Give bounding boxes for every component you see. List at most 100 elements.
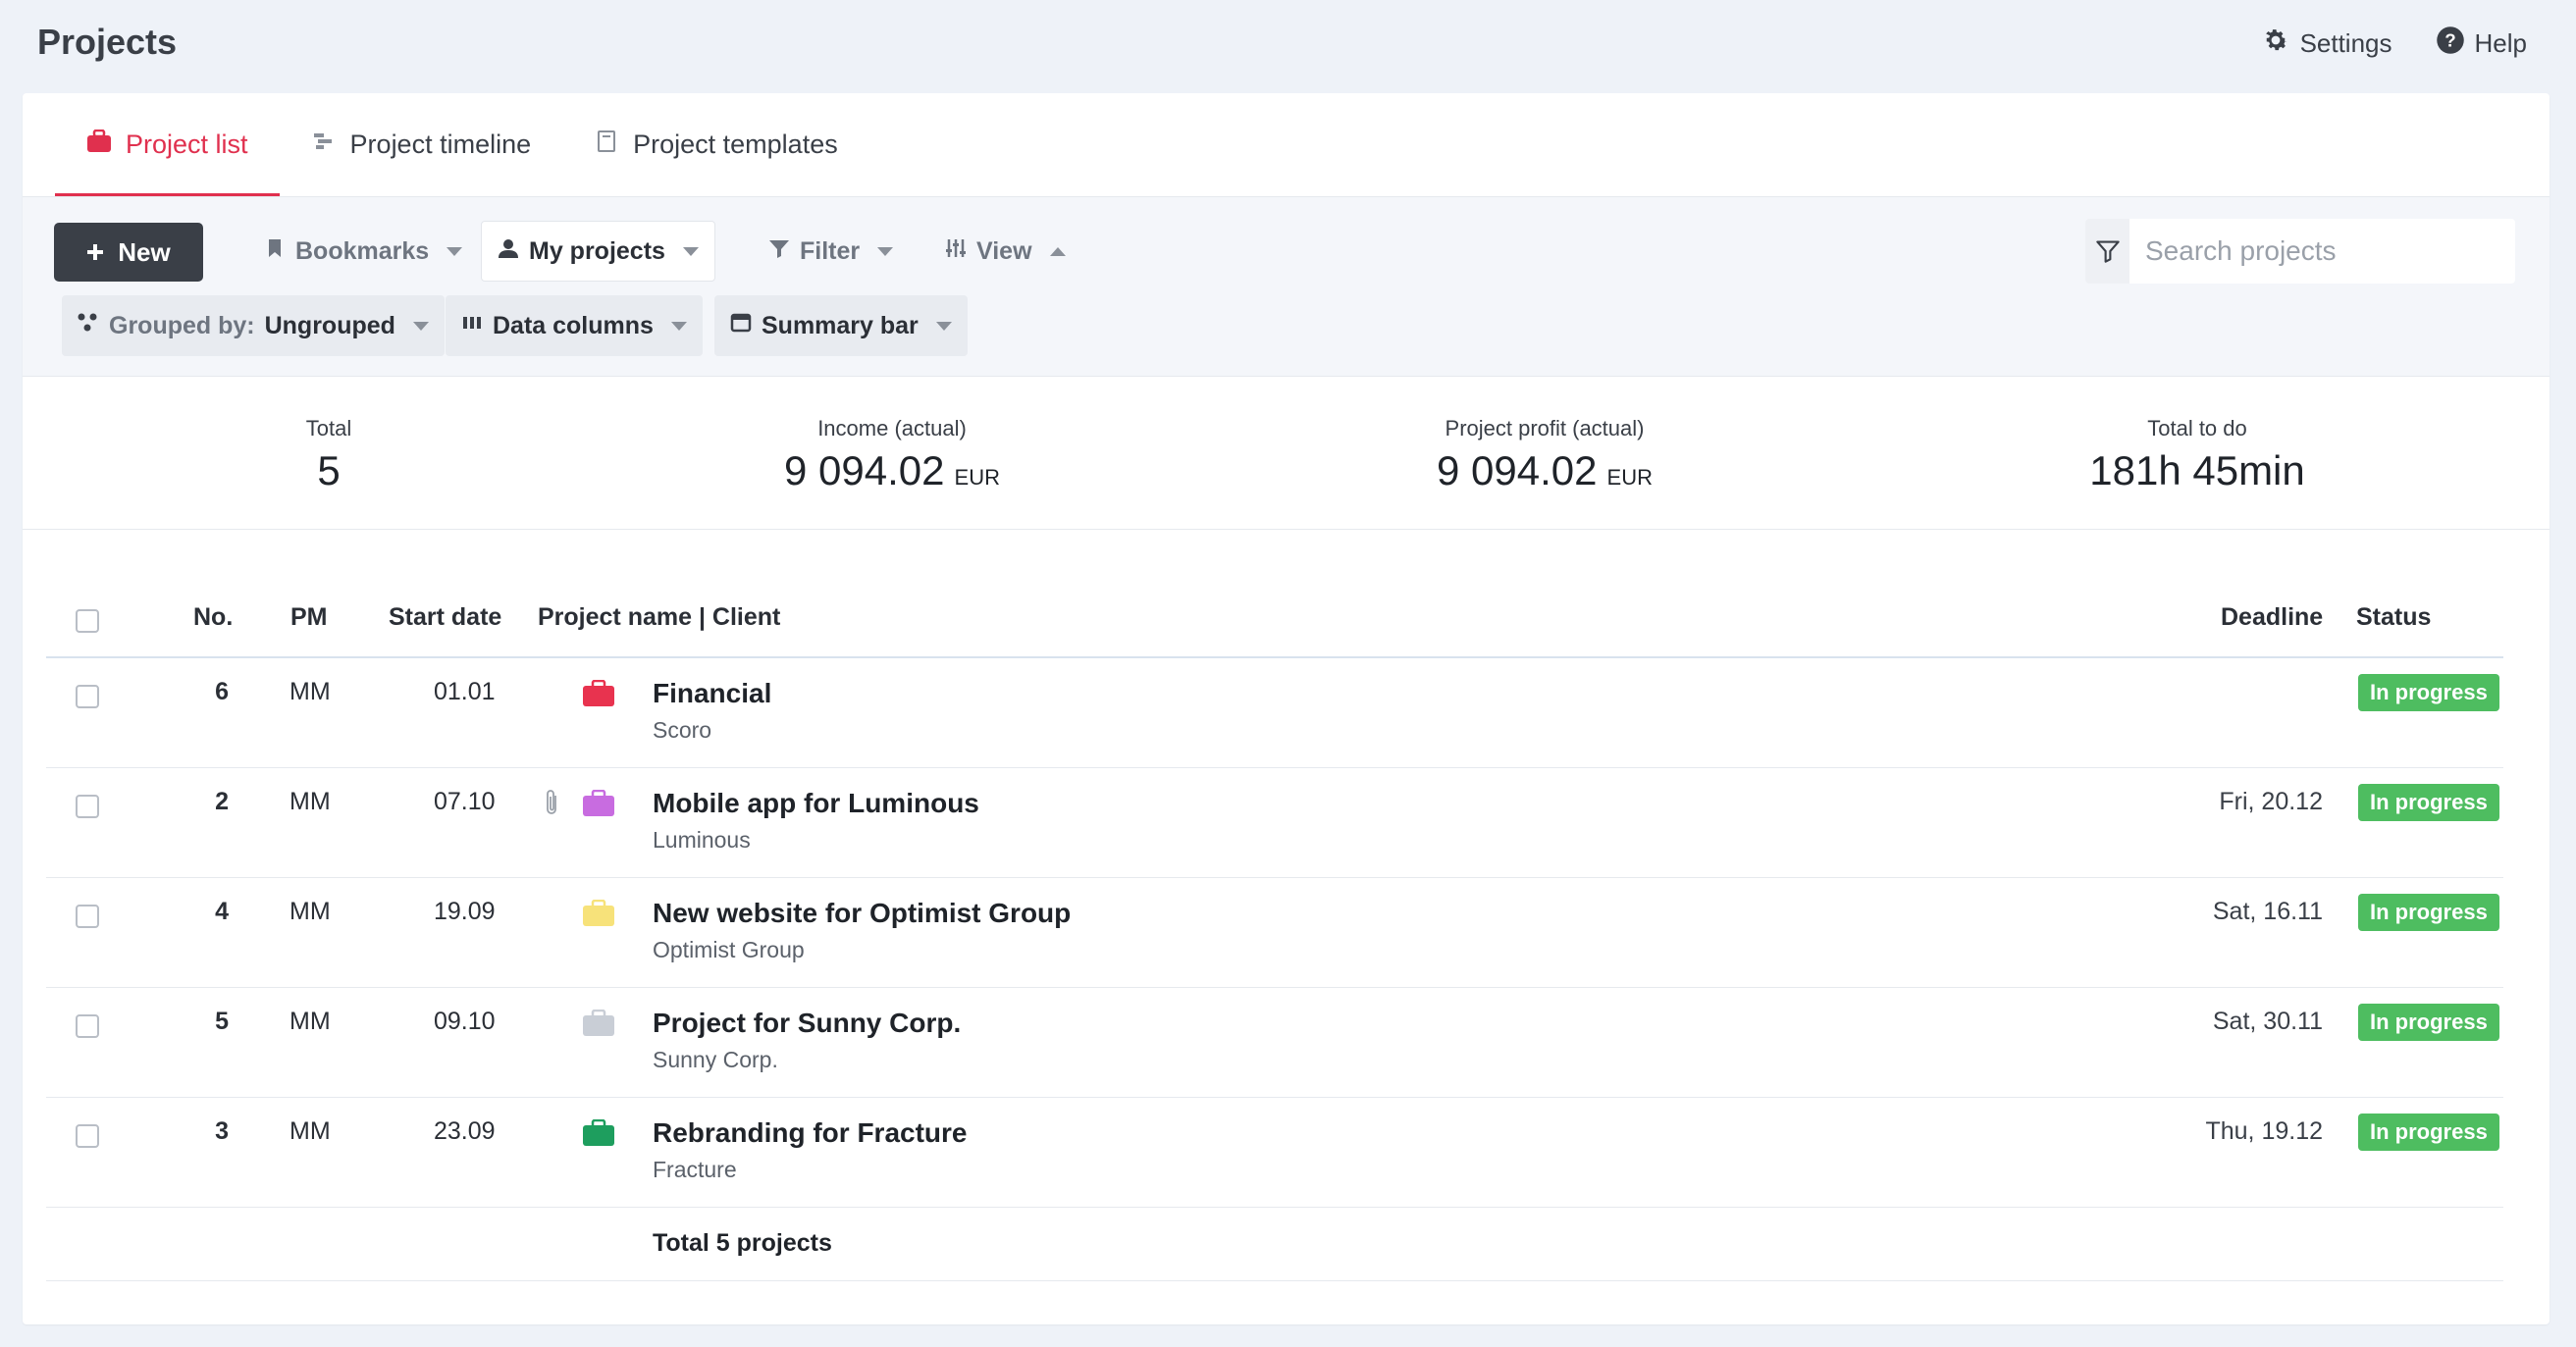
tab-project-list[interactable]: Project list — [55, 93, 280, 196]
settings-button[interactable]: Settings — [2261, 26, 2392, 62]
status-badge: In progress — [2358, 894, 2499, 931]
gear-icon — [2261, 26, 2290, 62]
table-body: 6 MM 01.01 Financial Scoro In progress 2 MM 07.1… — [46, 658, 2503, 1208]
project-cell[interactable]: Financial Scoro — [653, 678, 771, 744]
paperclip-icon[interactable] — [545, 788, 560, 817]
row-number: 3 — [215, 1117, 229, 1145]
user-icon — [498, 237, 519, 266]
col-deadline[interactable]: Deadline — [2221, 603, 2323, 632]
chevron-down-icon — [447, 246, 463, 256]
project-name[interactable]: Rebranding for Fracture — [653, 1117, 967, 1149]
col-project-client[interactable]: Project name | Client — [538, 603, 780, 632]
filter-label: Filter — [800, 236, 861, 265]
row-checkbox[interactable] — [76, 905, 99, 928]
table-row[interactable]: 5 MM 09.10 Project for Sunny Corp. Sunny Cor… — [46, 988, 2503, 1098]
tab-project-templates[interactable]: Project templates — [562, 93, 869, 196]
row-pm: MM — [289, 1008, 331, 1035]
col-start-date[interactable]: Start date — [389, 603, 501, 632]
project-cell[interactable]: Rebranding for Fracture Fracture — [653, 1117, 967, 1183]
row-deadline: Thu, 19.12 — [2205, 1117, 2323, 1145]
new-label: New — [118, 236, 171, 267]
summary-income-value: 9 094.02 EUR — [647, 447, 1137, 494]
summary-total: Total 5 — [83, 416, 574, 494]
tab-project-timeline[interactable]: Project timeline — [280, 93, 563, 196]
tab-label: Project templates — [633, 130, 838, 159]
col-status[interactable]: Status — [2356, 603, 2431, 632]
summary-profit-value: 9 094.02 EUR — [1299, 447, 1790, 494]
chevron-down-icon — [877, 246, 894, 256]
row-checkbox[interactable] — [76, 685, 99, 708]
help-button[interactable]: ? Help — [2436, 26, 2527, 62]
row-number: 4 — [215, 898, 229, 925]
summary-total-value: 5 — [317, 447, 341, 493]
summary-bar-button[interactable]: Summary bar — [714, 295, 968, 356]
summary-total-label: Total — [305, 416, 352, 440]
window-icon — [730, 312, 752, 340]
row-number: 2 — [215, 788, 229, 815]
project-color-icon — [582, 789, 615, 817]
table-row[interactable]: 3 MM 23.09 Rebranding for Fracture Fracture T… — [46, 1098, 2503, 1208]
project-cell[interactable]: Mobile app for Luminous Luminous — [653, 788, 979, 854]
table-row[interactable]: 2 MM 07.10 Mobile app for Luminous Luminous F… — [46, 768, 2503, 878]
row-start-date: 07.10 — [434, 788, 496, 815]
svg-text:?: ? — [2445, 29, 2455, 50]
project-cell[interactable]: New website for Optimist Group Optimist G… — [653, 898, 1071, 963]
table-row[interactable]: 4 MM 19.09 New website for Optimist Group Op… — [46, 878, 2503, 988]
projects-table: No. PM Start date Project name | Client … — [46, 584, 2503, 1281]
search-filter-icon[interactable] — [2085, 219, 2129, 284]
data-columns-label: Data columns — [493, 311, 654, 339]
grouped-by-prefix: Grouped by: — [109, 311, 255, 339]
select-all-checkbox[interactable] — [76, 609, 99, 633]
project-name[interactable]: Project for Sunny Corp. — [653, 1008, 961, 1039]
project-name[interactable]: Financial — [653, 678, 771, 709]
row-checkbox[interactable] — [76, 1014, 99, 1038]
table-total-row: Total 5 projects — [46, 1208, 2503, 1281]
status-badge: In progress — [2358, 1114, 2499, 1151]
briefcase-icon — [86, 129, 112, 160]
row-pm: MM — [289, 1117, 331, 1145]
bookmarks-button[interactable]: Bookmarks — [248, 221, 478, 282]
client-name: Luminous — [653, 827, 751, 853]
data-columns-button[interactable]: Data columns — [446, 295, 703, 356]
summary-bar-label: Summary bar — [762, 311, 919, 339]
row-checkbox[interactable] — [76, 1124, 99, 1148]
row-pm: MM — [289, 898, 331, 925]
status-badge: In progress — [2358, 674, 2499, 711]
grouped-by-button[interactable]: Grouped by: Ungrouped — [62, 295, 445, 356]
table-row[interactable]: 6 MM 01.01 Financial Scoro In progress — [46, 658, 2503, 768]
client-name: Optimist Group — [653, 937, 805, 962]
row-checkbox[interactable] — [76, 795, 99, 818]
search-input[interactable] — [2129, 219, 2515, 284]
chevron-down-icon — [682, 246, 699, 256]
toolbar: New Bookmarks My projects Filter View Gr… — [23, 197, 2550, 377]
client-name: Scoro — [653, 717, 712, 743]
summary-profit: Project profit (actual) 9 094.02 EUR — [1299, 416, 1790, 494]
col-no[interactable]: No. — [193, 603, 233, 632]
new-button[interactable]: New — [54, 223, 203, 282]
project-name[interactable]: Mobile app for Luminous — [653, 788, 979, 819]
sliders-icon — [945, 237, 967, 266]
col-pm[interactable]: PM — [290, 603, 328, 632]
row-deadline: Sat, 16.11 — [2212, 898, 2323, 925]
project-color-icon — [582, 899, 615, 927]
row-start-date: 01.01 — [434, 678, 496, 705]
my-projects-button[interactable]: My projects — [481, 221, 715, 282]
row-start-date: 09.10 — [434, 1008, 496, 1035]
project-name[interactable]: New website for Optimist Group — [653, 898, 1071, 929]
chevron-down-icon — [412, 321, 429, 331]
view-label: View — [976, 236, 1032, 265]
chevron-down-icon — [670, 321, 687, 331]
question-icon: ? — [2436, 26, 2465, 62]
top-bar: Projects Settings ? Help — [0, 0, 2576, 90]
filter-button[interactable]: Filter — [753, 221, 909, 282]
tab-bar: Project list Project timeline Project te… — [55, 93, 869, 196]
search-box — [2085, 219, 2515, 284]
income-amount: 9 094.02 — [784, 447, 945, 493]
project-cell[interactable]: Project for Sunny Corp. Sunny Corp. — [653, 1008, 961, 1073]
page-title: Projects — [37, 22, 178, 62]
row-pm: MM — [289, 788, 331, 815]
profit-unit: EUR — [1606, 465, 1653, 490]
project-color-icon — [582, 679, 615, 707]
summary-profit-label: Project profit (actual) — [1445, 416, 1645, 440]
view-button[interactable]: View — [929, 221, 1081, 282]
